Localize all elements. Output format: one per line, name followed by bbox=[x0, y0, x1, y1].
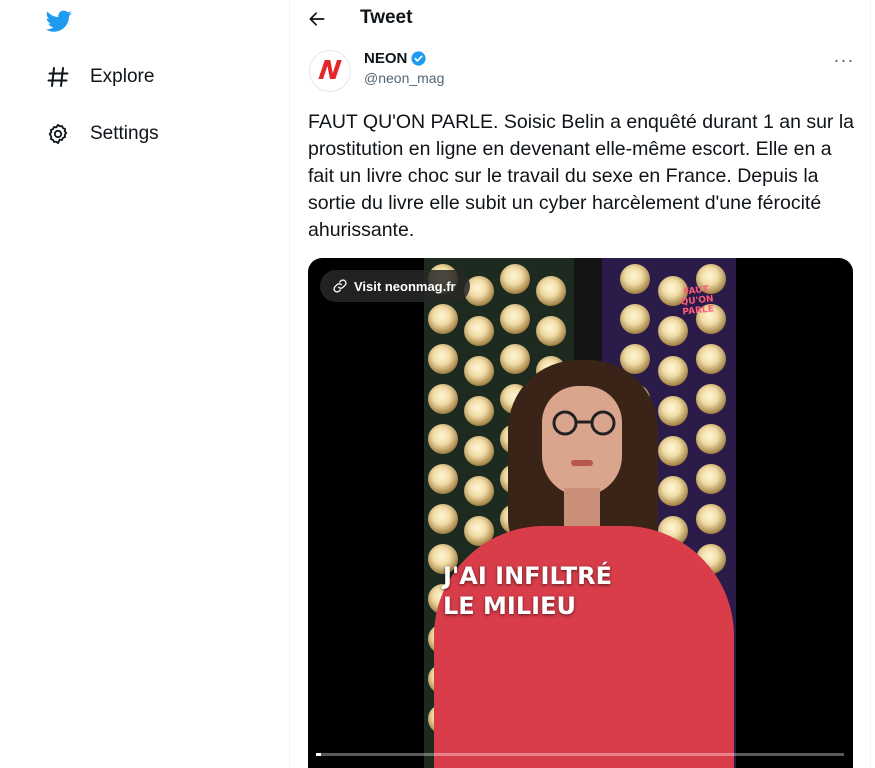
author-name-text: NEON bbox=[364, 50, 408, 67]
tweet-text: FAUT QU'ON PARLE. Soisic Belin a enquêté… bbox=[308, 111, 855, 241]
stage-light-bulb bbox=[428, 304, 458, 334]
video-caption: J'AI INFILTRÉ LE MILIEU bbox=[443, 561, 612, 621]
stage-light-bulb bbox=[500, 304, 530, 334]
stage-light-bulb bbox=[658, 356, 688, 386]
video-progress-bar[interactable] bbox=[316, 753, 844, 756]
stage-light-bulb bbox=[536, 316, 566, 346]
twitter-bird-icon[interactable] bbox=[44, 8, 74, 34]
stage-light-bulb bbox=[464, 436, 494, 466]
avatar-logo: N bbox=[317, 56, 343, 86]
stage-light-bulb bbox=[536, 276, 566, 306]
stage-light-bulb bbox=[620, 304, 650, 334]
stage-light-bulb bbox=[620, 264, 650, 294]
link-icon bbox=[333, 279, 347, 293]
stage-light-bulb bbox=[428, 464, 458, 494]
stage-light-bulb bbox=[464, 476, 494, 506]
person-face bbox=[542, 386, 622, 496]
stage-light-bulb bbox=[464, 316, 494, 346]
back-button[interactable] bbox=[304, 6, 330, 32]
stage-light-bulb bbox=[500, 344, 530, 374]
visit-site-button[interactable]: Visit neonmag.fr bbox=[320, 270, 470, 302]
stage-light-bulb bbox=[500, 264, 530, 294]
video-progress-fill bbox=[316, 753, 322, 756]
sidebar: Explore Settings bbox=[0, 0, 289, 768]
avatar[interactable]: N bbox=[309, 50, 351, 92]
stage-light-bulb bbox=[428, 344, 458, 374]
author-handle[interactable]: @neon_mag bbox=[364, 70, 444, 86]
caption-line: LE MILIEU bbox=[443, 592, 576, 620]
caption-line: J'AI INFILTRÉ bbox=[443, 562, 613, 590]
arrow-left-icon bbox=[309, 12, 325, 26]
more-options-button[interactable]: ··· bbox=[830, 50, 858, 70]
author-name[interactable]: NEON bbox=[364, 50, 427, 67]
stage-light-bulb bbox=[696, 384, 726, 414]
stage-light-bulb bbox=[658, 436, 688, 466]
stage-light-bulb bbox=[696, 504, 726, 534]
stage-light-bulb bbox=[428, 504, 458, 534]
stage-light-bulb bbox=[696, 344, 726, 374]
more-horizontal-icon: ··· bbox=[833, 49, 855, 70]
stage-light-bulb bbox=[696, 424, 726, 454]
sidebar-item-explore[interactable]: Explore bbox=[44, 62, 154, 92]
show-logo: FAUT QU'ON PARLE bbox=[680, 284, 715, 318]
page-title: Tweet bbox=[360, 7, 413, 28]
tweet-header: Tweet bbox=[290, 0, 870, 38]
stage-light-bulb bbox=[428, 424, 458, 454]
glasses-shape bbox=[552, 410, 616, 436]
stage-light-bulb bbox=[464, 356, 494, 386]
video-player[interactable]: FAUT QU'ON PARLE J'AI INFILTRÉ LE MILIEU… bbox=[308, 258, 853, 768]
verified-badge-icon bbox=[411, 51, 426, 66]
video-frame: FAUT QU'ON PARLE bbox=[424, 258, 736, 768]
stage-light-bulb bbox=[696, 464, 726, 494]
stage-light-bulb bbox=[464, 396, 494, 426]
main-column: Tweet N NEON @neon_mag ··· FAUT QU'ON PA… bbox=[289, 0, 871, 768]
person-neck bbox=[564, 488, 600, 528]
stage-light-bulb bbox=[658, 396, 688, 426]
visit-site-label: Visit neonmag.fr bbox=[354, 278, 456, 294]
stage-light-bulb bbox=[428, 384, 458, 414]
sidebar-item-label: Explore bbox=[90, 66, 155, 87]
sidebar-item-label: Settings bbox=[90, 123, 159, 144]
gear-icon bbox=[44, 120, 72, 148]
stage-light-bulb bbox=[658, 476, 688, 506]
person-mouth bbox=[571, 460, 593, 466]
hashtag-icon bbox=[44, 63, 72, 91]
sidebar-item-settings[interactable]: Settings bbox=[44, 119, 159, 149]
